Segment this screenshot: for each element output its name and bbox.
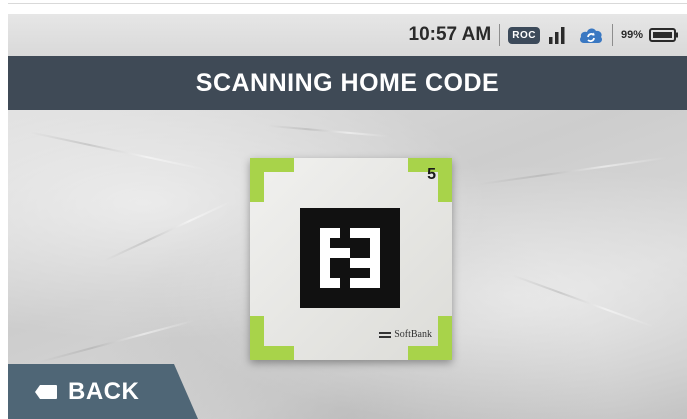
robot-screen: 10:57 AM ROC 99% SCANNING HOME CODE 5 So… xyxy=(8,14,687,419)
back-button[interactable]: BACK xyxy=(8,364,198,419)
marker-number: 5 xyxy=(427,166,436,183)
cloud-sync-icon xyxy=(578,25,604,45)
brand-text: SoftBank xyxy=(394,329,432,340)
home-code-marker: 5 SoftBank xyxy=(250,158,452,360)
softbank-logo-icon xyxy=(379,331,392,338)
status-bar: 10:57 AM ROC 99% xyxy=(8,14,687,56)
fabric-wrinkle xyxy=(40,319,196,363)
status-separator-2 xyxy=(611,24,613,46)
fabric-wrinkle xyxy=(478,156,668,186)
back-button-label: BACK xyxy=(68,377,140,405)
top-divider xyxy=(8,3,687,4)
fabric-wrinkle xyxy=(104,200,232,262)
softbank-logo: SoftBank xyxy=(379,329,432,340)
battery-percent: 99% xyxy=(620,29,643,41)
back-tag-icon xyxy=(34,384,58,400)
fabric-wrinkle xyxy=(512,274,654,328)
signal-icon xyxy=(548,26,566,44)
network-badge: ROC xyxy=(508,26,540,44)
battery-icon xyxy=(649,27,679,43)
marker-pattern-icon xyxy=(300,208,400,308)
page-title: SCANNING HOME CODE xyxy=(195,68,500,97)
status-time: 10:57 AM xyxy=(408,24,492,45)
fabric-wrinkle xyxy=(29,131,207,171)
fabric-wrinkle xyxy=(268,124,388,138)
app-frame: 10:57 AM ROC 99% SCANNING HOME CODE 5 So… xyxy=(0,0,687,419)
title-bar: SCANNING HOME CODE xyxy=(8,56,687,110)
corner-bracket-top-left xyxy=(250,158,294,202)
status-separator xyxy=(499,24,501,46)
corner-bracket-bottom-left xyxy=(250,316,294,360)
